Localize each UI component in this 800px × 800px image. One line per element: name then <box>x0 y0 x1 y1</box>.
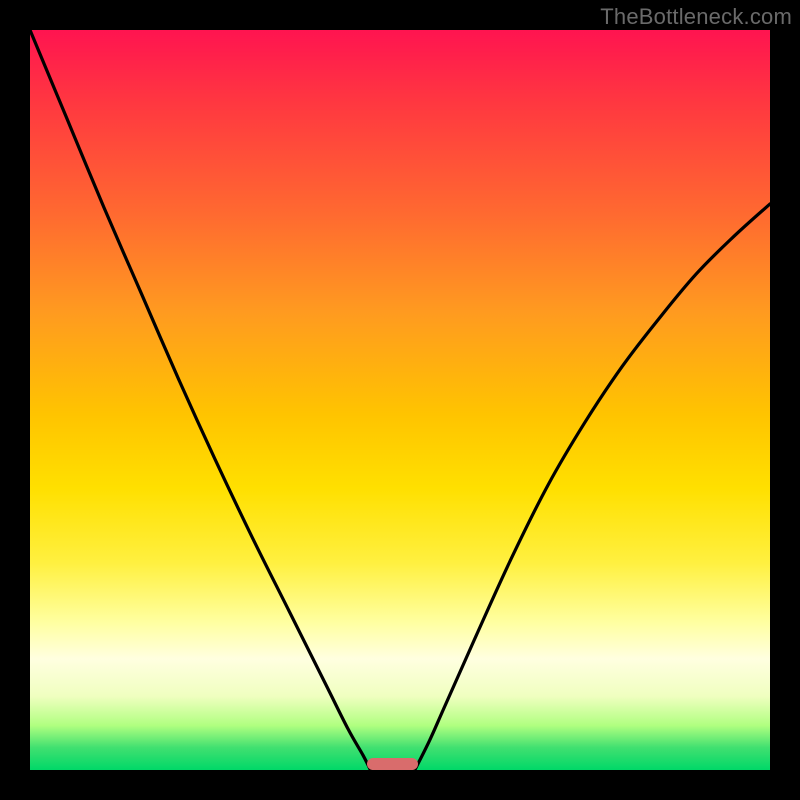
chart-frame: TheBottleneck.com <box>0 0 800 800</box>
watermark-text: TheBottleneck.com <box>600 4 792 30</box>
curve-right-branch <box>415 204 770 770</box>
plot-area <box>30 30 770 770</box>
curve-left-branch <box>30 30 370 770</box>
bottleneck-marker <box>367 758 419 770</box>
curve-svg <box>30 30 770 770</box>
